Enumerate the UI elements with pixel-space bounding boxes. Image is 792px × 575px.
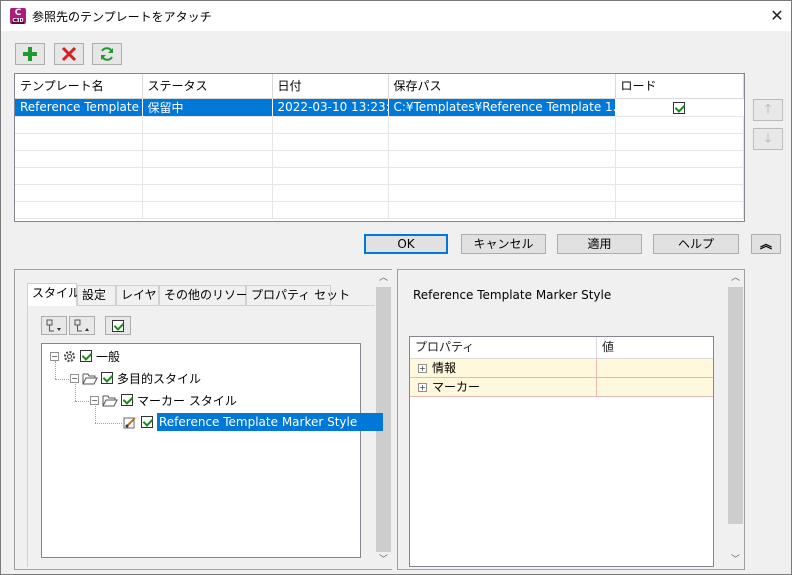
scroll-down-arrow-icon[interactable]: ﹀ [727, 552, 744, 569]
column-header[interactable]: テンプレート名 [15, 74, 143, 99]
date-cell[interactable]: 2022-03-10 13:23:51 [272, 98, 389, 117]
scroll-down-arrow-icon[interactable]: ﹀ [375, 552, 392, 569]
table-row [15, 167, 744, 185]
style-marker-icon [123, 416, 136, 428]
collapse-toggle-icon[interactable]: − [50, 351, 59, 361]
cancel-button[interactable]: キャンセル [461, 234, 546, 254]
refresh-button[interactable] [92, 43, 122, 65]
tree-checkbox[interactable] [101, 372, 113, 384]
style-tree: − 一般 − 多目的スタイル − マーカー スタイル Reference Tem… [41, 343, 384, 558]
column-header[interactable]: プロパティ [410, 337, 597, 358]
template-grid: テンプレート名 ステータス 日付 保存パス ロード Reference Temp… [14, 73, 745, 222]
tab-styles[interactable]: スタイル [27, 283, 80, 306]
open-folder-icon [102, 395, 118, 406]
dialog-window: C C3D 参照先のテンプレートをアタッチ ✕ テンプレート名 ステータス 日付 … [0, 0, 792, 575]
tab-other-resources[interactable]: その他のリソース [159, 285, 259, 305]
expand-toggle-icon[interactable]: + [418, 383, 427, 392]
collapse-tree-icon [74, 319, 89, 331]
column-header[interactable]: ロード [615, 74, 744, 99]
load-checkbox[interactable] [673, 101, 685, 114]
property-name: 情報 [432, 361, 457, 375]
tree-node-multipurpose-styles[interactable]: − 多目的スタイル [70, 368, 201, 388]
right-scrollbar[interactable]: ︿ ﹀ [727, 270, 744, 569]
tree-node-label: Reference Template Marker Style [157, 413, 384, 431]
delete-x-icon [61, 46, 77, 62]
table-row [15, 133, 744, 151]
collapse-toggle-icon[interactable]: − [70, 373, 79, 383]
tab-property-sets[interactable]: プロパティ セット [246, 285, 350, 305]
plus-icon [23, 47, 37, 61]
grid-header-row: テンプレート名 ステータス 日付 保存パス ロード [15, 74, 744, 99]
collapse-all-button[interactable] [69, 316, 95, 335]
column-header[interactable]: ステータス [142, 74, 273, 99]
gear-icon [64, 350, 75, 362]
tree-checkbox[interactable] [141, 416, 153, 428]
move-down-button[interactable]: 🡓 [753, 128, 783, 150]
apply-button[interactable]: 適用 [557, 234, 642, 254]
expand-toggle-icon[interactable]: + [418, 364, 427, 373]
table-row [15, 150, 744, 168]
tree-node-marker-styles[interactable]: − マーカー スタイル [90, 390, 237, 410]
property-grid-header: プロパティ 値 [410, 337, 713, 359]
scroll-thumb[interactable] [728, 287, 743, 524]
check-all-button[interactable] [105, 316, 131, 335]
tree-node-label: マーカー スタイル [137, 393, 237, 408]
template-name-cell[interactable]: Reference Template 1 [15, 98, 143, 117]
property-row-info[interactable]: + 情報 [410, 359, 713, 378]
scroll-up-arrow-icon[interactable]: ︿ [727, 270, 744, 287]
delete-template-button[interactable] [54, 43, 84, 65]
table-row [15, 201, 744, 219]
window-title: 参照先のテンプレートをアタッチ [32, 10, 212, 24]
scroll-up-arrow-icon[interactable]: ︿ [375, 270, 392, 287]
tree-node-label: 一般 [96, 349, 121, 364]
add-template-button[interactable] [15, 43, 45, 65]
column-header[interactable]: 日付 [272, 74, 389, 99]
property-name: マーカー [432, 380, 481, 394]
tree-checkbox[interactable] [80, 350, 92, 362]
table-row [15, 116, 744, 134]
tree-node-reference-marker-style[interactable]: Reference Template Marker Style [122, 412, 384, 432]
path-cell[interactable]: C:¥Templates¥Reference Template 1.dwt [388, 98, 616, 117]
open-folder-icon [82, 373, 98, 384]
refresh-icon [101, 47, 113, 61]
table-row[interactable]: Reference Template 1 保留中 2022-03-10 13:2… [15, 98, 744, 117]
ok-button[interactable]: OK [364, 234, 448, 254]
app-icon: C C3D [10, 8, 26, 24]
property-grid: プロパティ 値 + 情報 + マーカー [409, 336, 714, 567]
column-header[interactable]: 値 [597, 337, 713, 358]
property-row-marker[interactable]: + マーカー [410, 378, 713, 397]
properties-title: Reference Template Marker Style [413, 288, 612, 302]
collapse-button[interactable]: ︽ [751, 234, 781, 254]
title-bar: C C3D 参照先のテンプレートをアタッチ ✕ [1, 1, 791, 31]
tree-checkbox[interactable] [121, 394, 133, 406]
help-button[interactable]: ヘルプ [653, 234, 739, 254]
status-cell[interactable]: 保留中 [142, 98, 273, 117]
close-button[interactable]: ✕ [763, 3, 791, 29]
tab-layers[interactable]: レイヤ [116, 285, 159, 305]
tree-node-general[interactable]: − 一般 [50, 346, 120, 366]
tab-settings[interactable]: 設定 [77, 285, 116, 305]
load-cell[interactable] [615, 98, 744, 117]
checkbox-icon [112, 319, 124, 332]
tree-node-label: 多目的スタイル [117, 371, 202, 386]
expand-tree-icon [46, 319, 61, 331]
expand-all-button[interactable] [41, 316, 67, 335]
collapse-toggle-icon[interactable]: − [90, 395, 99, 405]
move-up-button[interactable]: 🡑 [753, 99, 783, 121]
table-row [15, 184, 744, 202]
column-header[interactable]: 保存パス [388, 74, 616, 99]
